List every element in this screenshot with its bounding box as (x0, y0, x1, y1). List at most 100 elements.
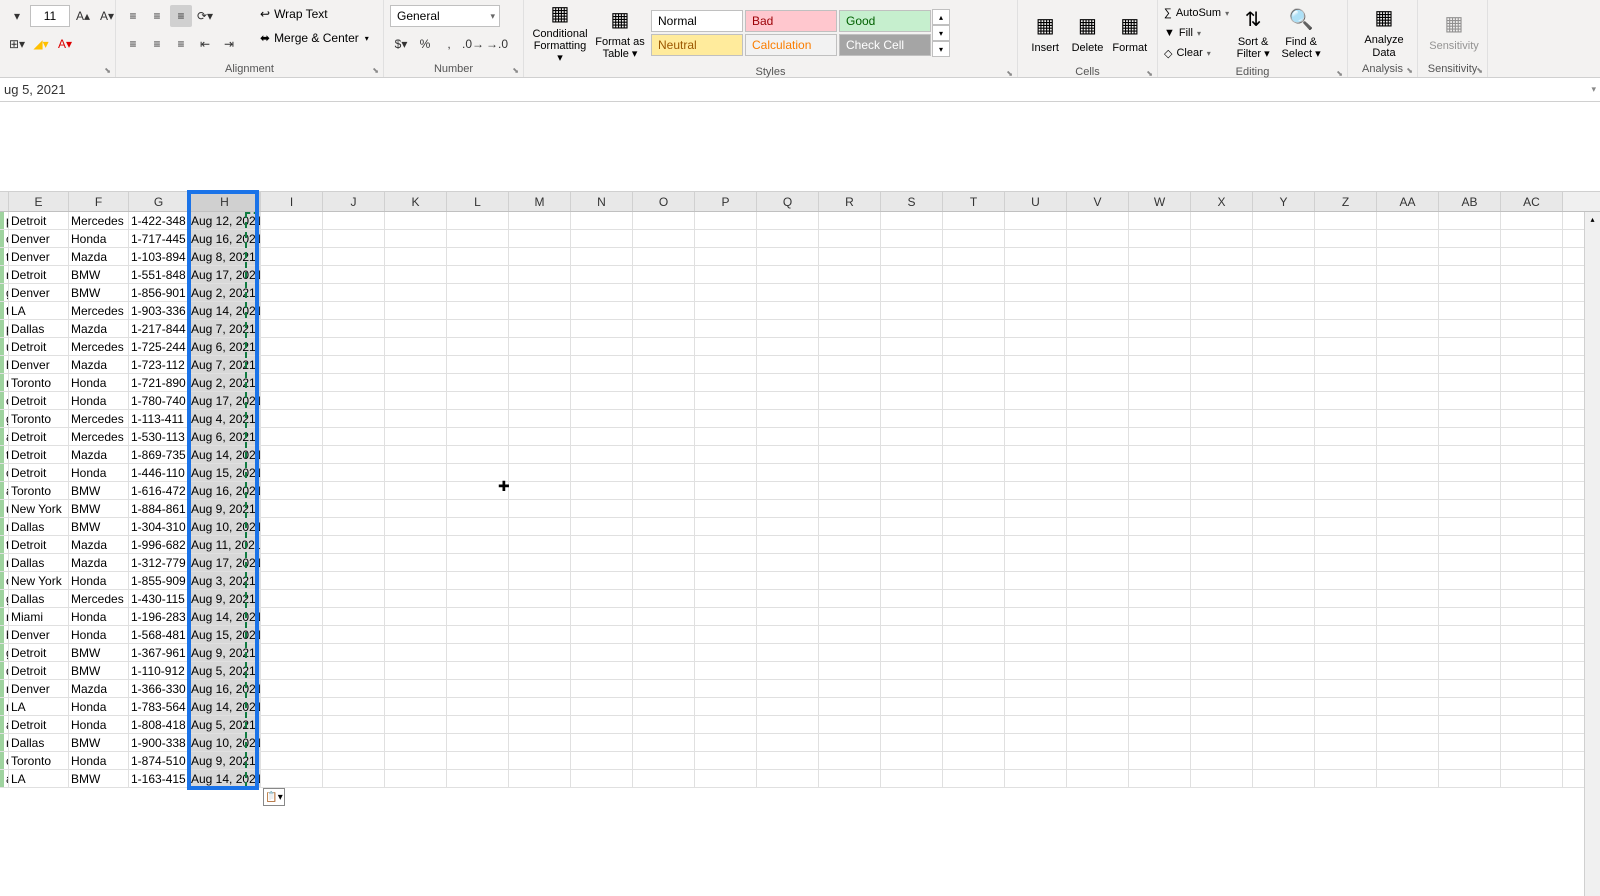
cell[interactable] (571, 374, 633, 391)
cell[interactable] (447, 338, 509, 355)
cell[interactable]: Detroit (9, 266, 69, 283)
cell[interactable] (1253, 752, 1315, 769)
cell[interactable] (571, 428, 633, 445)
cell[interactable] (1439, 626, 1501, 643)
cell[interactable] (1253, 482, 1315, 499)
cell[interactable] (1501, 446, 1563, 463)
conditional-formatting-button[interactable]: ▦Conditional Formatting ▾ (530, 2, 590, 64)
cell[interactable]: Dallas (9, 590, 69, 607)
cell[interactable] (571, 698, 633, 715)
cell[interactable] (1501, 464, 1563, 481)
cell[interactable] (1005, 446, 1067, 463)
cell[interactable] (1191, 662, 1253, 679)
cell[interactable]: o (0, 572, 9, 589)
cell[interactable] (447, 410, 509, 427)
table-row[interactable]: oNew YorkHonda1-855-909Aug 3, 2021 (0, 572, 1600, 590)
cell[interactable] (261, 482, 323, 499)
cell[interactable] (695, 392, 757, 409)
cell[interactable]: 1-430-115 (129, 590, 189, 607)
cell[interactable] (385, 302, 447, 319)
cell[interactable] (1501, 302, 1563, 319)
cell[interactable]: r. (0, 266, 9, 283)
cell[interactable] (385, 356, 447, 373)
cell[interactable] (1191, 770, 1253, 787)
cell[interactable] (1005, 356, 1067, 373)
cell[interactable]: Aug 16, 2021 (189, 482, 261, 499)
cell[interactable]: 1-568-481 (129, 626, 189, 643)
cell[interactable] (819, 518, 881, 535)
table-row[interactable]: dDetroitBMW1-110-912Aug 5, 2021 (0, 662, 1600, 680)
cell[interactable] (1377, 608, 1439, 625)
cell[interactable] (509, 536, 571, 553)
cell[interactable] (881, 752, 943, 769)
cell[interactable] (819, 716, 881, 733)
cell[interactable] (1005, 770, 1067, 787)
cell[interactable] (1005, 482, 1067, 499)
cell[interactable] (571, 590, 633, 607)
cell[interactable]: 1-551-848 (129, 266, 189, 283)
cell[interactable] (757, 374, 819, 391)
cell[interactable] (819, 266, 881, 283)
cell[interactable] (1439, 734, 1501, 751)
cell[interactable] (1005, 662, 1067, 679)
cell[interactable] (1439, 446, 1501, 463)
cell[interactable] (757, 338, 819, 355)
cell[interactable] (1315, 608, 1377, 625)
cell[interactable] (1501, 536, 1563, 553)
cell[interactable] (633, 608, 695, 625)
cell[interactable]: c (0, 392, 9, 409)
cell[interactable]: r (0, 698, 9, 715)
cell[interactable] (447, 266, 509, 283)
cell[interactable] (509, 716, 571, 733)
cell[interactable] (1191, 392, 1253, 409)
cell[interactable] (447, 248, 509, 265)
cell[interactable] (819, 644, 881, 661)
cell[interactable] (943, 644, 1005, 661)
cell[interactable] (509, 662, 571, 679)
cell[interactable] (695, 284, 757, 301)
cell[interactable] (1129, 374, 1191, 391)
cell[interactable] (943, 662, 1005, 679)
cell[interactable] (943, 536, 1005, 553)
cell[interactable] (509, 248, 571, 265)
cell[interactable] (1439, 356, 1501, 373)
cell[interactable] (1377, 680, 1439, 697)
cell[interactable] (509, 302, 571, 319)
cell[interactable] (1377, 356, 1439, 373)
cell[interactable] (1377, 572, 1439, 589)
cell[interactable] (757, 212, 819, 229)
align-center-icon[interactable]: ≡ (146, 33, 168, 55)
cell[interactable] (1315, 518, 1377, 535)
table-row[interactable]: aTorontoBMW1-616-472Aug 16, 2021 (0, 482, 1600, 500)
cell[interactable]: BMW (69, 644, 129, 661)
cell[interactable] (1067, 356, 1129, 373)
cell[interactable] (757, 752, 819, 769)
cell[interactable] (1253, 284, 1315, 301)
cell[interactable] (1129, 320, 1191, 337)
cell[interactable] (447, 374, 509, 391)
cell[interactable] (881, 356, 943, 373)
column-header-G[interactable]: G (129, 192, 189, 211)
cell[interactable]: a (0, 770, 9, 787)
cell[interactable] (1129, 572, 1191, 589)
cell[interactable] (1315, 644, 1377, 661)
cell[interactable] (1253, 644, 1315, 661)
cell[interactable] (695, 302, 757, 319)
cell[interactable] (385, 644, 447, 661)
cell[interactable] (1067, 230, 1129, 247)
cell[interactable] (1501, 392, 1563, 409)
find-select-button[interactable]: 🔍Find & Select ▾ (1277, 2, 1325, 64)
cell[interactable] (881, 734, 943, 751)
clear-button[interactable]: ◇Clear (1164, 43, 1229, 63)
cell[interactable] (1501, 320, 1563, 337)
cell[interactable] (695, 536, 757, 553)
cell[interactable] (1501, 428, 1563, 445)
cell[interactable]: Aug 17, 2021 (189, 392, 261, 409)
cell[interactable] (1067, 608, 1129, 625)
cell[interactable] (1377, 302, 1439, 319)
cell[interactable] (261, 698, 323, 715)
cell[interactable] (1377, 500, 1439, 517)
cell[interactable] (881, 716, 943, 733)
cell[interactable] (881, 770, 943, 787)
cell[interactable] (447, 230, 509, 247)
